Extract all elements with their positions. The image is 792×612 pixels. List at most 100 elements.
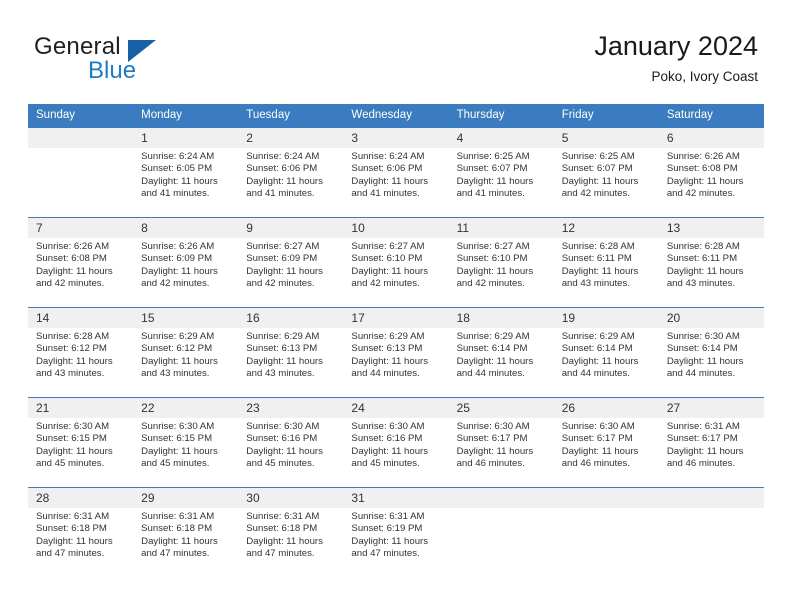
sunrise-text: Sunrise: 6:29 AM — [141, 331, 215, 342]
day-sun-info: Sunrise: 6:28 AM Sunset: 6:11 PM Daylight:… — [554, 238, 659, 291]
sunrise-text: Sunrise: 6:29 AM — [246, 331, 320, 342]
sunset-text: Sunset: 6:11 PM — [561, 253, 632, 265]
day-number: 18 — [448, 308, 554, 328]
calendar-day-cell[interactable]: 22 Sunrise: 6:30 AM Sunset: 6:15 PM Dayligh… — [133, 397, 239, 488]
calendar-day-cell[interactable]: 13 Sunrise: 6:28 AM Sunset: 6:11 PM Dayligh… — [658, 217, 764, 308]
page-title: January 2024 — [594, 31, 758, 61]
sunrise-text: Sunrise: 6:26 AM — [36, 241, 110, 252]
day-number: 13 — [658, 218, 764, 238]
calendar-day-cell[interactable]: 15 Sunrise: 6:29 AM Sunset: 6:12 PM Dayligh… — [133, 307, 239, 398]
sunset-text: Sunset: 6:17 PM — [561, 433, 633, 445]
day-cell-inner: 5 Sunrise: 6:25 AM Sunset: 6:07 PM Daylight… — [553, 128, 659, 217]
calendar-day-cell[interactable]: 28 Sunrise: 6:31 AM Sunset: 6:18 PM Dayligh… — [28, 487, 134, 577]
day-cell-inner: 26 Sunrise: 6:30 AM Sunset: 6:17 PM Dayligh… — [553, 398, 659, 487]
calendar-day-cell[interactable]: 31 Sunrise: 6:31 AM Sunset: 6:19 PM Dayligh… — [343, 487, 449, 577]
day-cell-inner: 20 Sunrise: 6:30 AM Sunset: 6:14 PM Dayligh… — [658, 308, 764, 397]
brand-logo[interactable]: General Blue — [34, 33, 214, 88]
calendar-day-cell[interactable]: 18 Sunrise: 6:29 AM Sunset: 6:14 PM Dayligh… — [448, 307, 554, 398]
day-cell-inner: 21 Sunrise: 6:30 AM Sunset: 6:15 PM Dayligh… — [28, 398, 134, 487]
daylight-text: Daylight: 11 hours and 42 minutes. — [351, 265, 429, 290]
day-cell-inner: 18 Sunrise: 6:29 AM Sunset: 6:14 PM Dayligh… — [448, 308, 554, 397]
sunset-text: Sunset: 6:08 PM — [666, 163, 738, 175]
calendar-day-cell[interactable]: 9 Sunrise: 6:27 AM Sunset: 6:09 PM Daylight… — [238, 217, 344, 308]
weekday-header-wednesday: Wednesday — [343, 104, 449, 128]
calendar-day-cell[interactable]: 23 Sunrise: 6:30 AM Sunset: 6:16 PM Dayligh… — [238, 397, 344, 488]
day-sun-info: Sunrise: 6:31 AM Sunset: 6:17 PM Daylight:… — [659, 418, 764, 471]
sunrise-text: Sunrise: 6:27 AM — [351, 241, 425, 252]
calendar-day-cell[interactable]: 2 Sunrise: 6:24 AM Sunset: 6:06 PM Daylight… — [238, 128, 344, 218]
page-subtitle: Poko, Ivory Coast — [651, 69, 758, 84]
sunset-text: Sunset: 6:14 PM — [456, 343, 528, 355]
brand-name-blue: Blue — [88, 57, 137, 84]
calendar-day-cell[interactable]: 7 Sunrise: 6:26 AM Sunset: 6:08 PM Daylight… — [28, 217, 134, 308]
calendar-day-cell[interactable]: 1 Sunrise: 6:24 AM Sunset: 6:05 PM Daylight… — [133, 128, 239, 218]
sunset-text: Sunset: 6:18 PM — [141, 523, 213, 535]
day-cell-inner — [658, 488, 764, 577]
sunset-text: Sunset: 6:11 PM — [666, 253, 738, 265]
calendar-day-cell[interactable]: 27 Sunrise: 6:31 AM Sunset: 6:17 PM Dayligh… — [658, 397, 764, 488]
calendar-day-cell[interactable]: 8 Sunrise: 6:26 AM Sunset: 6:09 PM Daylight… — [133, 217, 239, 308]
calendar-day-cell[interactable]: 14 Sunrise: 6:28 AM Sunset: 6:12 PM Dayligh… — [28, 307, 134, 398]
day-number: 11 — [448, 218, 554, 238]
sunrise-text: Sunrise: 6:30 AM — [456, 421, 530, 432]
day-number: 6 — [658, 128, 764, 148]
day-number: 1 — [133, 128, 239, 148]
calendar-day-cell[interactable]: 19 Sunrise: 6:29 AM Sunset: 6:14 PM Dayligh… — [553, 307, 659, 398]
sunset-text: Sunset: 6:19 PM — [351, 523, 423, 535]
daylight-text: Daylight: 11 hours and 47 minutes. — [246, 535, 323, 560]
sunset-text: Sunset: 6:07 PM — [561, 163, 633, 175]
calendar-day-cell[interactable]: 6 Sunrise: 6:26 AM Sunset: 6:08 PM Daylight… — [658, 128, 764, 218]
calendar-day-cell[interactable]: 16 Sunrise: 6:29 AM Sunset: 6:13 PM Dayligh… — [238, 307, 344, 398]
day-cell-inner: 16 Sunrise: 6:29 AM Sunset: 6:13 PM Dayligh… — [238, 308, 344, 397]
weekday-header-friday: Friday — [553, 104, 659, 128]
day-number: 23 — [238, 398, 344, 418]
day-sun-info: Sunrise: 6:31 AM Sunset: 6:18 PM Daylight:… — [238, 508, 343, 561]
sunrise-text: Sunrise: 6:30 AM — [351, 421, 425, 432]
daylight-text: Daylight: 11 hours and 42 minutes. — [246, 265, 323, 290]
calendar-day-cell[interactable]: 5 Sunrise: 6:25 AM Sunset: 6:07 PM Daylight… — [553, 128, 659, 218]
day-cell-inner: 4 Sunrise: 6:25 AM Sunset: 6:07 PM Daylight… — [448, 128, 554, 217]
calendar-day-cell[interactable]: 24 Sunrise: 6:30 AM Sunset: 6:16 PM Dayligh… — [343, 397, 449, 488]
day-number — [448, 488, 554, 508]
calendar-day-cell[interactable]: 26 Sunrise: 6:30 AM Sunset: 6:17 PM Dayligh… — [553, 397, 659, 488]
calendar-day-cell[interactable]: 21 Sunrise: 6:30 AM Sunset: 6:15 PM Dayligh… — [28, 397, 134, 488]
weekday-header-saturday: Saturday — [658, 104, 764, 128]
daylight-text: Daylight: 11 hours and 43 minutes. — [666, 265, 744, 290]
daylight-text: Daylight: 11 hours and 44 minutes. — [561, 355, 639, 380]
calendar-day-cell[interactable]: 20 Sunrise: 6:30 AM Sunset: 6:14 PM Dayligh… — [658, 307, 764, 398]
day-sun-info: Sunrise: 6:27 AM Sunset: 6:10 PM Daylight:… — [343, 238, 448, 291]
day-sun-info: Sunrise: 6:30 AM Sunset: 6:16 PM Daylight:… — [238, 418, 343, 471]
calendar-day-cell[interactable]: 25 Sunrise: 6:30 AM Sunset: 6:17 PM Dayligh… — [448, 397, 554, 488]
day-sun-info: Sunrise: 6:31 AM Sunset: 6:18 PM Daylight:… — [28, 508, 133, 561]
day-number: 4 — [448, 128, 554, 148]
calendar-day-cell[interactable]: 12 Sunrise: 6:28 AM Sunset: 6:11 PM Dayligh… — [553, 217, 659, 308]
day-cell-inner — [448, 488, 554, 577]
day-cell-inner: 28 Sunrise: 6:31 AM Sunset: 6:18 PM Dayligh… — [28, 488, 134, 577]
sunset-text: Sunset: 6:07 PM — [456, 163, 528, 175]
calendar-day-cell[interactable]: 30 Sunrise: 6:31 AM Sunset: 6:18 PM Dayligh… — [238, 487, 344, 577]
day-number: 24 — [343, 398, 449, 418]
calendar-day-cell[interactable]: 29 Sunrise: 6:31 AM Sunset: 6:18 PM Dayligh… — [133, 487, 239, 577]
daylight-text: Daylight: 11 hours and 47 minutes. — [36, 535, 113, 560]
calendar-day-cell[interactable]: 10 Sunrise: 6:27 AM Sunset: 6:10 PM Dayligh… — [343, 217, 449, 308]
calendar-day-cell[interactable]: 11 Sunrise: 6:27 AM Sunset: 6:10 PM Dayligh… — [448, 217, 554, 308]
calendar-day-cell[interactable]: 17 Sunrise: 6:29 AM Sunset: 6:13 PM Dayligh… — [343, 307, 449, 398]
day-number: 15 — [133, 308, 239, 328]
day-sun-info: Sunrise: 6:28 AM Sunset: 6:12 PM Daylight:… — [28, 328, 133, 381]
daylight-text: Daylight: 11 hours and 42 minutes. — [141, 265, 218, 290]
calendar-day-cell[interactable]: 4 Sunrise: 6:25 AM Sunset: 6:07 PM Daylight… — [448, 128, 554, 218]
day-number: 8 — [133, 218, 239, 238]
day-cell-inner: 23 Sunrise: 6:30 AM Sunset: 6:16 PM Dayligh… — [238, 398, 344, 487]
sunset-text: Sunset: 6:08 PM — [36, 253, 107, 265]
day-sun-info: Sunrise: 6:30 AM Sunset: 6:15 PM Daylight:… — [133, 418, 238, 471]
sunrise-text: Sunrise: 6:30 AM — [36, 421, 110, 432]
day-cell-inner: 25 Sunrise: 6:30 AM Sunset: 6:17 PM Dayligh… — [448, 398, 554, 487]
daylight-text: Daylight: 11 hours and 41 minutes. — [456, 175, 534, 200]
daylight-text: Daylight: 11 hours and 47 minutes. — [141, 535, 218, 560]
day-sun-info: Sunrise: 6:30 AM Sunset: 6:17 PM Daylight:… — [449, 418, 554, 471]
calendar-cell-empty — [448, 487, 554, 577]
calendar-day-cell[interactable]: 3 Sunrise: 6:24 AM Sunset: 6:06 PM Daylight… — [343, 128, 449, 218]
daylight-text: Daylight: 11 hours and 45 minutes. — [36, 445, 113, 470]
sunrise-text: Sunrise: 6:27 AM — [456, 241, 530, 252]
sunrise-text: Sunrise: 6:24 AM — [141, 151, 215, 162]
